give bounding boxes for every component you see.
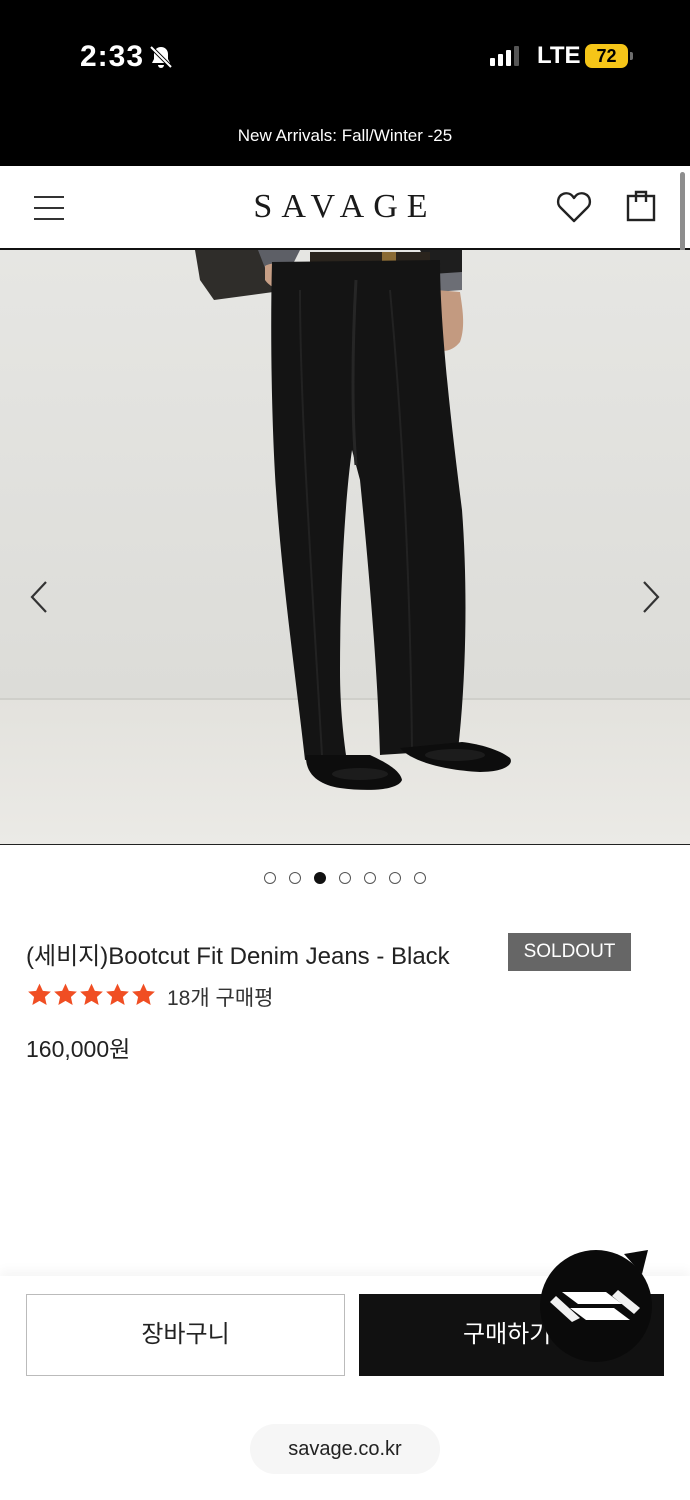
- add-to-cart-button[interactable]: 장바구니: [26, 1294, 345, 1376]
- signal-icon: [490, 46, 519, 66]
- gallery-dot[interactable]: [414, 872, 426, 884]
- battery-tip: [630, 52, 633, 60]
- gallery-dot[interactable]: [264, 872, 276, 884]
- gallery-dot[interactable]: [364, 872, 376, 884]
- review-count-link[interactable]: 18개 구매평: [167, 982, 273, 1012]
- status-bar: 2:33 LTE 72: [0, 0, 690, 112]
- product-price: 160,000원: [26, 1036, 131, 1062]
- star-icon: [28, 983, 51, 1005]
- soldout-badge: SOLDOUT: [508, 933, 631, 971]
- chevron-right-icon[interactable]: [638, 580, 662, 614]
- chevron-left-icon[interactable]: [28, 580, 52, 614]
- star-icon: [54, 983, 77, 1005]
- gallery-dot-active[interactable]: [314, 872, 326, 884]
- product-name: (세비지)Bootcut Fit Denim Jeans - Black: [26, 943, 450, 970]
- gallery-dot[interactable]: [289, 872, 301, 884]
- gallery-pagination: [0, 872, 690, 888]
- chat-icon[interactable]: [536, 1246, 656, 1362]
- bell-slash-icon: [149, 45, 173, 69]
- gallery-dot[interactable]: [389, 872, 401, 884]
- battery-icon: 72: [585, 44, 633, 68]
- star-icon: [106, 983, 129, 1005]
- gallery-dot[interactable]: [339, 872, 351, 884]
- network-type: LTE: [537, 42, 581, 69]
- star-icon: [80, 983, 103, 1005]
- battery-level: 72: [585, 44, 628, 68]
- browser-url-bar[interactable]: savage.co.kr: [250, 1424, 440, 1474]
- product-image-gallery[interactable]: [0, 250, 690, 845]
- site-header: SAVAGE: [0, 166, 690, 250]
- promo-banner[interactable]: New Arrivals: Fall/Winter -25: [0, 112, 690, 166]
- status-time: 2:33: [80, 40, 145, 73]
- shopping-bag-icon[interactable]: [626, 188, 656, 222]
- product-photo: [0, 250, 690, 844]
- rating-stars[interactable]: [26, 980, 156, 1010]
- heart-icon[interactable]: [556, 190, 592, 224]
- star-icon: [132, 983, 155, 1005]
